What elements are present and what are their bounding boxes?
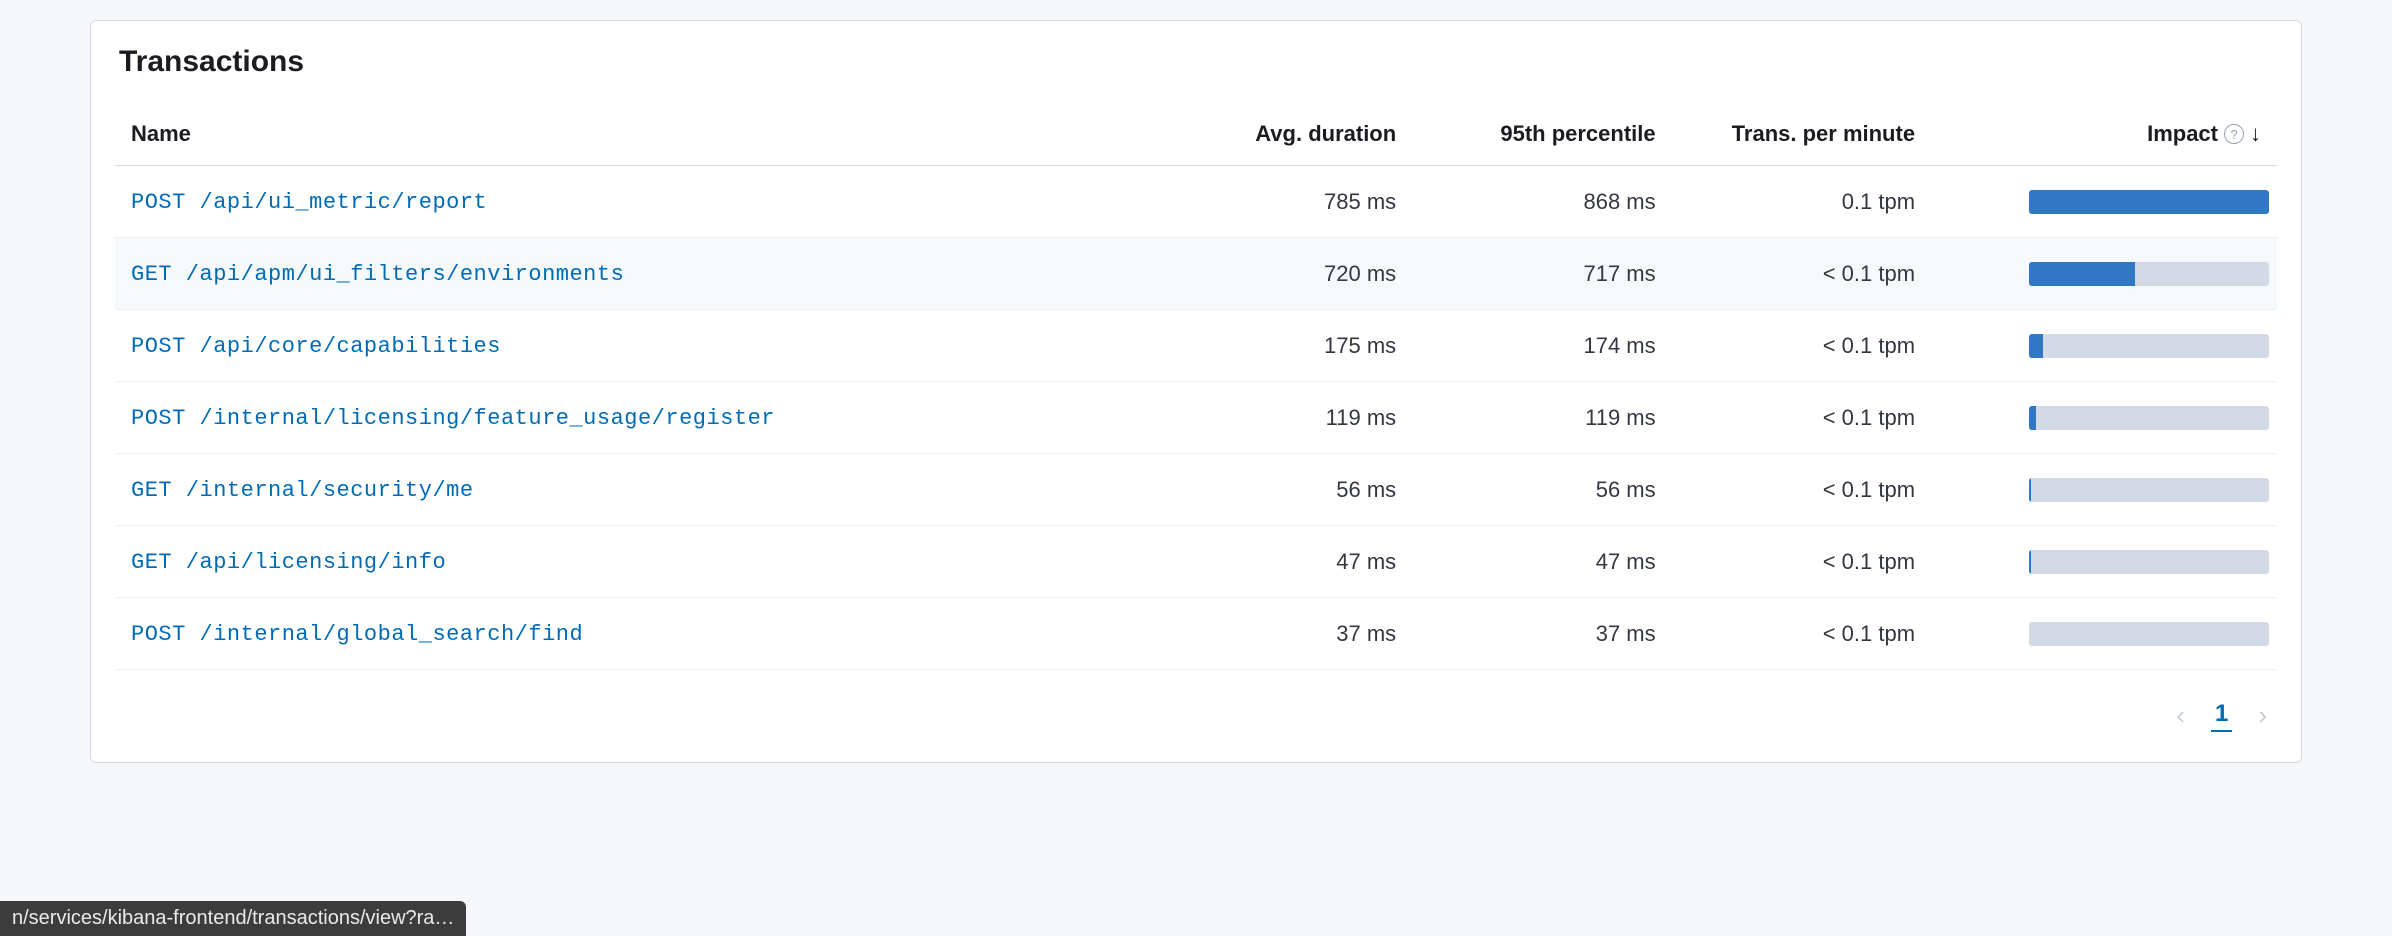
impact-bar <box>2029 190 2269 214</box>
cell-transaction-name: GET /api/licensing/info <box>115 526 1153 598</box>
cell-tpm: 0.1 tpm <box>1672 166 1931 238</box>
transaction-link[interactable]: POST /api/ui_metric/report <box>131 190 487 215</box>
impact-bar <box>2029 622 2269 646</box>
cell-transaction-name: GET /internal/security/me <box>115 454 1153 526</box>
cell-avg-duration: 56 ms <box>1153 454 1412 526</box>
table-row: POST /internal/global_search/find 37 ms37… <box>115 598 2277 670</box>
cell-impact <box>1931 382 2277 454</box>
cell-avg-duration: 47 ms <box>1153 526 1412 598</box>
cell-tpm: < 0.1 tpm <box>1672 382 1931 454</box>
cell-impact <box>1931 310 2277 382</box>
table-header-row: Name Avg. duration 95th percentile Trans… <box>115 103 2277 166</box>
cell-impact <box>1931 238 2277 310</box>
cell-transaction-name: POST /api/core/capabilities <box>115 310 1153 382</box>
table-row: GET /internal/security/me56 ms56 ms< 0.1… <box>115 454 2277 526</box>
transactions-table: Name Avg. duration 95th percentile Trans… <box>115 103 2277 670</box>
cell-avg-duration: 119 ms <box>1153 382 1412 454</box>
transaction-link[interactable]: GET /internal/security/me <box>131 478 474 503</box>
cell-avg-duration: 720 ms <box>1153 238 1412 310</box>
col-header-name[interactable]: Name <box>115 103 1153 166</box>
cell-impact <box>1931 598 2277 670</box>
cell-p95: 47 ms <box>1412 526 1671 598</box>
cell-transaction-name: POST /internal/global_search/find <box>115 598 1153 670</box>
cell-p95: 56 ms <box>1412 454 1671 526</box>
table-row: POST /internal/licensing/feature_usage/r… <box>115 382 2277 454</box>
cell-p95: 174 ms <box>1412 310 1671 382</box>
cell-tpm: < 0.1 tpm <box>1672 598 1931 670</box>
impact-bar-fill <box>2029 406 2036 430</box>
cell-p95: 37 ms <box>1412 598 1671 670</box>
cell-transaction-name: GET /api/apm/ui_filters/environments <box>115 238 1153 310</box>
impact-bar <box>2029 334 2269 358</box>
table-row: GET /api/licensing/info47 ms47 ms< 0.1 t… <box>115 526 2277 598</box>
cell-avg-duration: 785 ms <box>1153 166 1412 238</box>
table-row: POST /api/core/capabilities 175 ms174 ms<… <box>115 310 2277 382</box>
transaction-link[interactable]: GET /api/apm/ui_filters/environments <box>131 262 624 287</box>
cell-tpm: < 0.1 tpm <box>1672 238 1931 310</box>
help-icon[interactable]: ? <box>2224 124 2244 144</box>
impact-bar <box>2029 262 2269 286</box>
col-header-impact[interactable]: Impact ? ↓ <box>1931 103 2277 166</box>
cell-transaction-name: POST /api/ui_metric/report <box>115 166 1153 238</box>
sort-descending-icon: ↓ <box>2250 123 2261 145</box>
panel-title: Transactions <box>115 45 2277 79</box>
pagination-current[interactable]: 1 <box>2211 698 2232 732</box>
col-header-avg-duration[interactable]: Avg. duration <box>1153 103 1412 166</box>
col-header-tpm[interactable]: Trans. per minute <box>1672 103 1931 166</box>
cell-avg-duration: 175 ms <box>1153 310 1412 382</box>
table-row: POST /api/ui_metric/report 785 ms868 ms0.… <box>115 166 2277 238</box>
cell-transaction-name: POST /internal/licensing/feature_usage/r… <box>115 382 1153 454</box>
pagination-next[interactable]: › <box>2258 700 2267 731</box>
cell-impact <box>1931 454 2277 526</box>
cell-p95: 868 ms <box>1412 166 1671 238</box>
pagination-prev[interactable]: ‹ <box>2176 700 2185 731</box>
cell-impact <box>1931 526 2277 598</box>
pagination: ‹ 1 › <box>115 698 2277 732</box>
impact-bar-fill <box>2029 334 2043 358</box>
col-header-impact-label: Impact <box>2147 121 2218 147</box>
impact-bar <box>2029 406 2269 430</box>
impact-bar-fill <box>2029 190 2269 214</box>
transaction-link[interactable]: GET /api/licensing/info <box>131 550 446 575</box>
transaction-link[interactable]: POST /internal/global_search/find <box>131 622 583 647</box>
col-header-p95[interactable]: 95th percentile <box>1412 103 1671 166</box>
transactions-panel: Transactions Name Avg. duration 95th per… <box>90 20 2302 763</box>
cell-tpm: < 0.1 tpm <box>1672 310 1931 382</box>
impact-bar-fill <box>2029 550 2031 574</box>
impact-bar-fill <box>2029 478 2031 502</box>
cell-p95: 119 ms <box>1412 382 1671 454</box>
impact-bar <box>2029 478 2269 502</box>
cell-avg-duration: 37 ms <box>1153 598 1412 670</box>
cell-tpm: < 0.1 tpm <box>1672 454 1931 526</box>
transaction-link[interactable]: POST /internal/licensing/feature_usage/r… <box>131 406 775 431</box>
impact-bar-fill <box>2029 262 2135 286</box>
cell-tpm: < 0.1 tpm <box>1672 526 1931 598</box>
table-row: GET /api/apm/ui_filters/environments 720 … <box>115 238 2277 310</box>
cell-p95: 717 ms <box>1412 238 1671 310</box>
cell-impact <box>1931 166 2277 238</box>
browser-status-bar: n/services/kibana-frontend/transactions/… <box>0 901 466 936</box>
impact-bar <box>2029 550 2269 574</box>
transaction-link[interactable]: POST /api/core/capabilities <box>131 334 501 359</box>
